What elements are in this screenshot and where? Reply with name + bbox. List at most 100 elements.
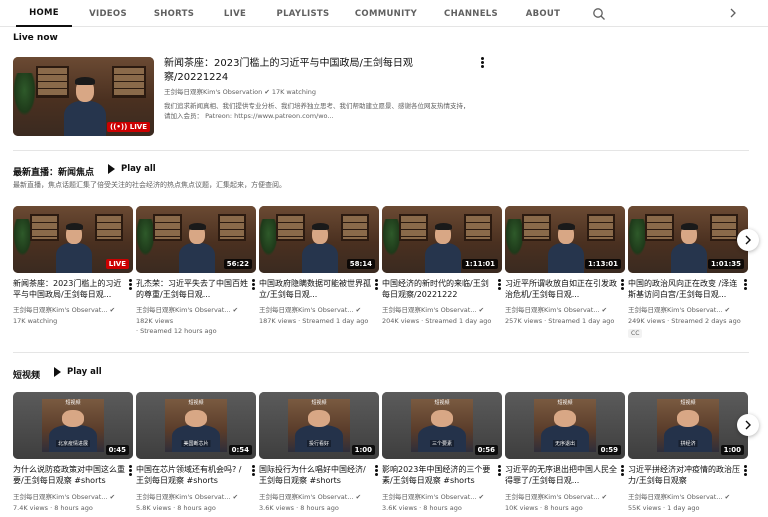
- more-options-icon[interactable]: [129, 279, 133, 291]
- short-overlay-caption: 三个要素: [429, 440, 455, 448]
- shorts-play-all-button[interactable]: Play all: [54, 367, 102, 377]
- video-thumbnail[interactable]: LIVE: [13, 206, 133, 273]
- video-title[interactable]: 新闻茶座：2023门槛上的习近平与中国政局/王剑每日观...: [13, 278, 125, 300]
- video-stats: 257K views · Streamed 1 day ago: [505, 317, 615, 325]
- video-stats: 17K watching: [13, 317, 58, 325]
- short-title[interactable]: 影响2023年中国经济的三个要素/王剑每日观察 #shorts: [382, 464, 494, 486]
- duration-badge: 1:13:01: [585, 259, 621, 269]
- more-options-icon[interactable]: [744, 279, 748, 291]
- news-section-title[interactable]: 最新直播：新闻焦点: [13, 165, 94, 178]
- verified-icon: ✔: [107, 306, 116, 314]
- more-options-icon[interactable]: [744, 465, 748, 477]
- news-play-all-button[interactable]: Play all: [108, 164, 156, 174]
- short-channel[interactable]: 王剑每日观察Kim's Observat... ✔: [136, 493, 256, 502]
- short-stats: 5.8K views · 8 hours ago: [136, 504, 216, 512]
- more-options-icon[interactable]: [129, 465, 133, 477]
- video-title[interactable]: 孔杰荣：习近平失去了中国百姓的尊重/王剑每日观...: [136, 278, 248, 300]
- live-now-description-line2: 请加入会员： Patreon: https://www.patreon.com/…: [164, 112, 334, 120]
- more-options-icon[interactable]: [481, 57, 485, 69]
- duration-badge: 0:59: [597, 445, 621, 455]
- video-channel[interactable]: 王剑每日观察Kim's Observat... ✔: [136, 306, 256, 315]
- more-options-icon[interactable]: [375, 465, 379, 477]
- live-broadcast-icon: ((•)): [110, 123, 130, 131]
- short-overlay-tag: 短视频: [311, 399, 327, 406]
- short-thumbnail[interactable]: 短视频 无序退出 0:59: [505, 392, 625, 459]
- video-stream-time: · Streamed 12 hours ago: [136, 327, 217, 335]
- video-thumbnail[interactable]: 58:14: [259, 206, 379, 273]
- more-options-icon[interactable]: [252, 465, 256, 477]
- more-options-icon[interactable]: [621, 465, 625, 477]
- verified-icon: ✔: [476, 306, 485, 314]
- live-now-description-line1: 我们追求新闻真相、我们提供专业分析、我们培养独立思考、我们帮助建立愿景、感谢各位…: [164, 102, 470, 110]
- duration-badge: 0:56: [474, 445, 498, 455]
- tab-videos[interactable]: VIDEOS: [80, 0, 136, 27]
- cc-badge: CC: [628, 329, 643, 338]
- chevron-right-icon[interactable]: [726, 6, 740, 20]
- video-thumbnail[interactable]: 1:11:01: [382, 206, 502, 273]
- video-channel[interactable]: 王剑每日观察Kim's Observat... ✔: [13, 306, 133, 315]
- short-thumbnail[interactable]: 短视频 投行看好 1:00: [259, 392, 379, 459]
- short-title[interactable]: 中国在芯片领域还有机会吗? /王剑每日观察 #shorts: [136, 464, 248, 486]
- verified-icon: ✔: [353, 493, 362, 501]
- tab-channels[interactable]: CHANNELS: [440, 0, 502, 27]
- video-title[interactable]: 中国政府隐瞒数据可能被世界孤立/王剑每日观...: [259, 278, 371, 300]
- tab-about[interactable]: ABOUT: [518, 0, 568, 27]
- short-thumbnail[interactable]: 短视频 三个要素 0:56: [382, 392, 502, 459]
- short-overlay-caption: 无序退出: [552, 440, 578, 448]
- short-title[interactable]: 习近平的无序退出把中国人民全得罪了/王剑每日观...: [505, 464, 617, 486]
- news-scroll-right-button[interactable]: [737, 229, 759, 251]
- video-title[interactable]: 习近平所谓收放自如正在引发政治危机/王剑每日观...: [505, 278, 617, 300]
- live-badge: ((•)) LIVE: [107, 122, 150, 132]
- tab-playlists[interactable]: PLAYLISTS: [270, 0, 336, 27]
- short-title[interactable]: 国际投行为什么唱好中国经济/王剑每日观察 #shorts: [259, 464, 371, 486]
- video-stats: 187K views · Streamed 1 day ago: [259, 317, 369, 325]
- search-icon[interactable]: [592, 7, 606, 21]
- short-stats: 3.6K views · 8 hours ago: [382, 504, 462, 512]
- video-stats: 182K views: [136, 317, 174, 325]
- tab-live[interactable]: LIVE: [212, 0, 258, 27]
- short-title[interactable]: 为什么说防疫政策对中国这么重要/王剑每日观察 #shorts: [13, 464, 125, 486]
- short-channel[interactable]: 王剑每日观察Kim's Observat... ✔: [382, 493, 502, 502]
- live-now-title[interactable]: 新闻茶座：2023门槛上的习近平与中国政局/王剑每日观察/20221224: [164, 57, 464, 87]
- video-channel[interactable]: 王剑每日观察Kim's Observat... ✔: [382, 306, 502, 315]
- video-title[interactable]: 中国的政治风向正在改变 /泽连斯基访问白宫/王剑每日观...: [628, 278, 740, 300]
- more-options-icon[interactable]: [621, 279, 625, 291]
- more-options-icon[interactable]: [252, 279, 256, 291]
- live-now-meta: 王剑每日观察Kim's Observation ✔ 17K watching: [164, 88, 464, 97]
- live-now-channel[interactable]: 王剑每日观察Kim's Observation: [164, 88, 262, 96]
- tab-community[interactable]: COMMUNITY: [352, 0, 420, 27]
- tab-home[interactable]: HOME: [16, 0, 72, 27]
- video-thumbnail[interactable]: 56:22: [136, 206, 256, 273]
- verified-icon: ✔: [722, 493, 731, 501]
- video-thumbnail[interactable]: 1:13:01: [505, 206, 625, 273]
- verified-icon: ✔: [599, 306, 608, 314]
- play-icon: [54, 367, 61, 377]
- video-channel[interactable]: 王剑每日观察Kim's Observat... ✔: [505, 306, 625, 315]
- video-channel[interactable]: 王剑每日观察Kim's Observat... ✔: [628, 306, 748, 315]
- tab-shorts[interactable]: SHORTS: [146, 0, 202, 27]
- shorts-section-title[interactable]: 短视频: [13, 368, 40, 381]
- more-options-icon[interactable]: [498, 279, 502, 291]
- verified-icon: ✔: [476, 493, 485, 501]
- video-title[interactable]: 中国经济的新时代的来临/王剑每日观察/20221222: [382, 278, 494, 300]
- short-channel[interactable]: 王剑每日观察Kim's Observat... ✔: [628, 493, 748, 502]
- video-channel[interactable]: 王剑每日观察Kim's Observat... ✔: [259, 306, 379, 315]
- live-badge: LIVE: [105, 259, 129, 269]
- video-thumbnail[interactable]: 1:01:35: [628, 206, 748, 273]
- short-thumbnail[interactable]: 短视频 美国断芯片 0:54: [136, 392, 256, 459]
- short-channel[interactable]: 王剑每日观察Kim's Observat... ✔: [13, 493, 133, 502]
- short-channel[interactable]: 王剑每日观察Kim's Observat... ✔: [505, 493, 625, 502]
- short-title[interactable]: 习近平拼经济对冲疫情的政治压力/王剑每日观察: [628, 464, 740, 486]
- short-thumbnail[interactable]: 短视频 拼经济 1:00: [628, 392, 748, 459]
- duration-badge: 0:45: [105, 445, 129, 455]
- duration-badge: 1:01:35: [708, 259, 744, 269]
- short-overlay-caption: 北京疫情进展: [55, 440, 91, 448]
- more-options-icon[interactable]: [375, 279, 379, 291]
- live-now-thumbnail[interactable]: ((•)) LIVE: [13, 57, 154, 136]
- more-options-icon[interactable]: [498, 465, 502, 477]
- short-thumbnail[interactable]: 短视频 北京疫情进展 0:45: [13, 392, 133, 459]
- shorts-scroll-right-button[interactable]: [737, 414, 759, 436]
- short-channel[interactable]: 王剑每日观察Kim's Observat... ✔: [259, 493, 379, 502]
- verified-icon: ✔: [107, 493, 116, 501]
- short-overlay-caption: 拼经济: [678, 440, 698, 448]
